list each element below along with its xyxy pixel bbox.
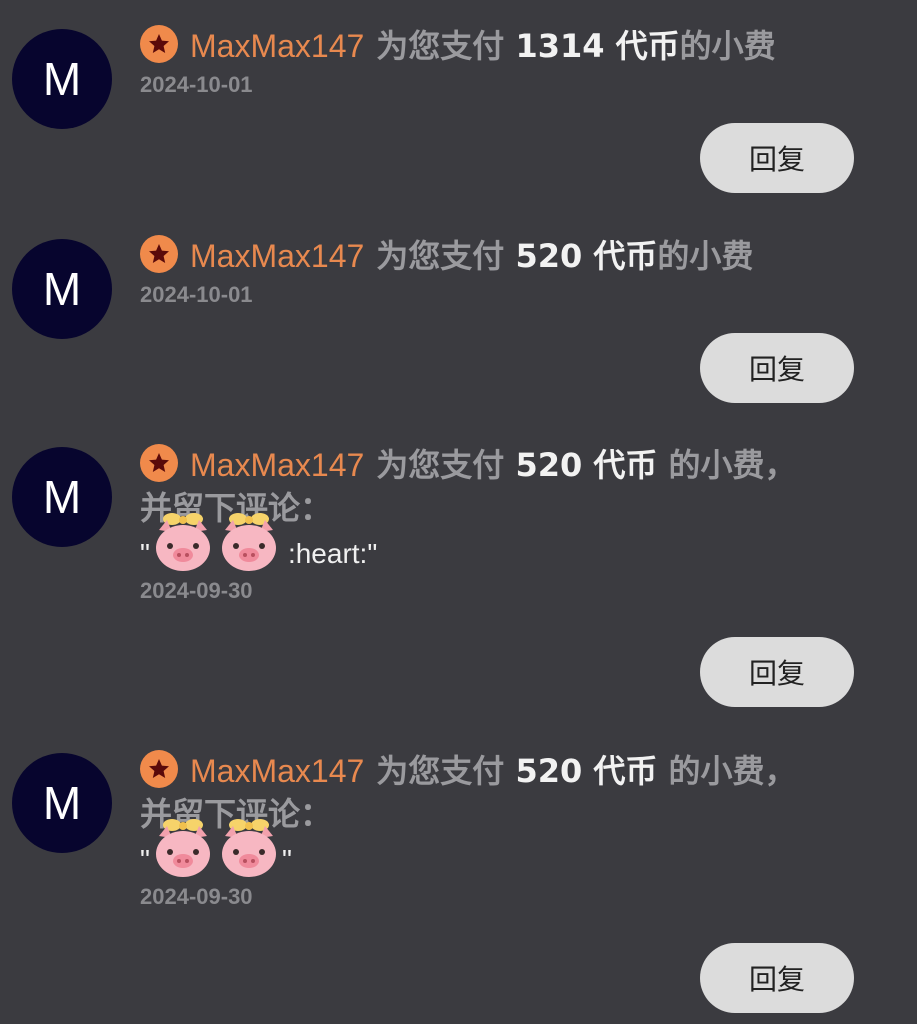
notification-text: MaxMax147 为您支付 520 代币的小费 [140,235,820,278]
tip-amount: 1314 [515,27,605,65]
currency-label: 代币 [593,446,658,484]
avatar[interactable]: M [12,753,112,853]
pay-prefix: 为您支付 [376,446,505,484]
avatar[interactable]: M [12,239,112,339]
tip-suffix: 的小费 [657,237,754,275]
reply-button[interactable]: 回复 [700,943,854,1013]
quote-mark: " [140,538,150,569]
currency-label: 代币 [593,237,658,275]
username-link[interactable]: MaxMax147 [190,753,364,789]
reply-button[interactable]: 回复 [700,637,854,707]
quote-mark: " [140,844,150,875]
notification-text: MaxMax147 为您支付 1314 代币的小费 [140,25,820,68]
tip-amount: 520 [515,752,583,790]
currency-label: 代币 [615,27,680,65]
timestamp: 2024-09-30 [140,884,253,909]
timestamp: 2024-10-01 [140,282,253,307]
star-badge-icon [140,750,178,788]
notification-content: MaxMax147 为您支付 520 代币的小费 2024-10-01 [140,235,820,308]
avatar[interactable]: M [12,29,112,129]
pig-emoji-icon [216,816,282,882]
avatar[interactable]: M [12,447,112,547]
comment: " " [140,819,820,880]
tip-suffix: 的小费 [679,27,776,65]
pay-prefix: 为您支付 [376,752,505,790]
star-badge-icon [140,444,178,482]
comment-text: " [281,844,292,875]
username-link[interactable]: MaxMax147 [190,447,364,483]
timestamp: 2024-09-30 [140,578,253,603]
pig-emoji-icon [216,510,282,576]
reply-button[interactable]: 回复 [700,123,854,193]
notification-content: MaxMax147 为您支付 1314 代币的小费 2024-10-01 [140,25,820,98]
star-badge-icon [140,25,178,63]
pig-emoji-icon [150,816,216,882]
notification-content: MaxMax147 为您支付 520 代币 的小费，并留下评论： " " 2024… [140,750,820,910]
notification-content: MaxMax147 为您支付 520 代币 的小费，并留下评论： " :heart… [140,444,820,604]
reply-button[interactable]: 回复 [700,333,854,403]
pay-prefix: 为您支付 [376,27,505,65]
star-badge-icon [140,235,178,273]
comment: " :heart:" [140,513,820,574]
currency-label: 代币 [593,752,658,790]
timestamp: 2024-10-01 [140,72,253,97]
comment-text: :heart:" [287,538,378,569]
tip-amount: 520 [515,237,583,275]
tip-notification-feed: M MaxMax147 为您支付 1314 代币的小费 2024-10-01 回复… [0,0,917,1024]
username-link[interactable]: MaxMax147 [190,238,364,274]
username-link[interactable]: MaxMax147 [190,28,364,64]
pig-emoji-icon [150,510,216,576]
pay-prefix: 为您支付 [376,237,505,275]
tip-amount: 520 [515,446,583,484]
